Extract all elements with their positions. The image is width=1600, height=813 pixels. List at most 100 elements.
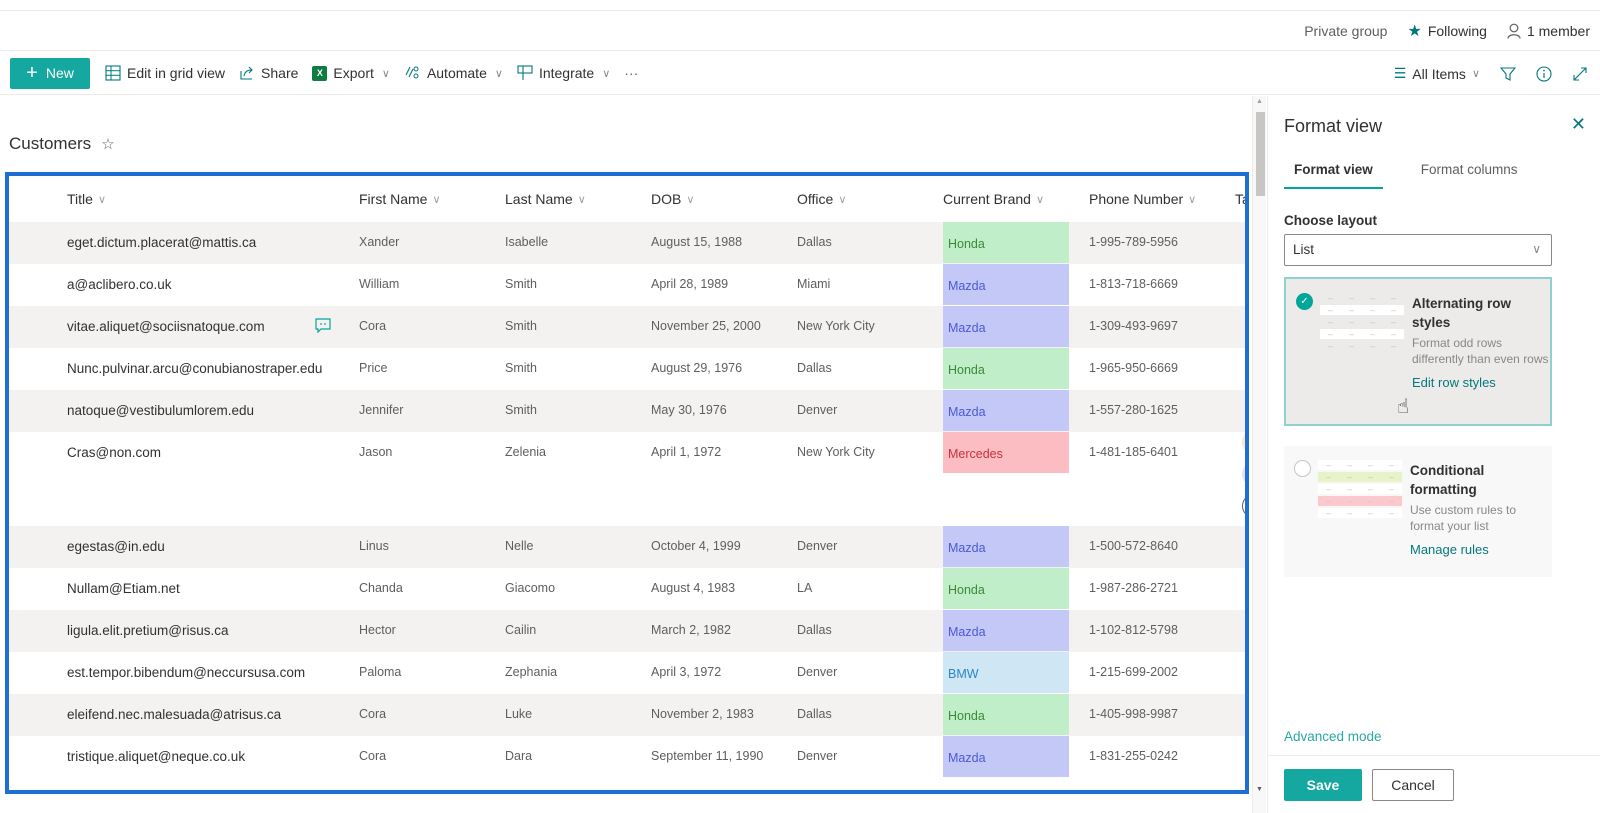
table-row[interactable]: eleifend.nec.malesuada@atrisus.ca Cora Luk… — [9, 694, 1245, 736]
scroll-down-icon[interactable]: ▼ — [1256, 786, 1263, 793]
conditional-formatting-preview: – – – – – – – – – – – – – – – – – – – – — [1318, 460, 1402, 520]
layout-dropdown[interactable]: List ∨ — [1284, 234, 1552, 266]
close-icon[interactable]: ✕ — [1571, 114, 1586, 135]
cell-title[interactable]: ligula.elit.pretium@risus.ca — [67, 623, 229, 638]
command-bar: + New Edit in grid view Share X Export ∨… — [0, 52, 1600, 95]
group-info-bar: Private group ★ Following 1 member — [0, 12, 1600, 51]
column-header[interactable]: Last Name ∨ — [505, 191, 586, 207]
column-header[interactable]: Ta — [1235, 191, 1249, 207]
share-label: Share — [261, 65, 299, 81]
cell-title[interactable]: Nunc.pulvinar.arcu@conubianostraper.edu — [67, 361, 322, 376]
column-header[interactable]: Office ∨ — [797, 191, 846, 207]
cell-title[interactable]: eleifend.nec.malesuada@atrisus.ca — [67, 707, 281, 722]
share-button[interactable]: Share — [239, 65, 298, 81]
table-row[interactable]: tristique.aliquet@neque.co.uk Cora Dara Sep… — [9, 736, 1245, 778]
column-header[interactable]: Current Brand ∨ — [943, 191, 1044, 207]
table-row[interactable]: eget.dictum.placerat@mattis.ca Xander Isab… — [9, 222, 1245, 264]
star-outline-icon[interactable]: ☆ — [101, 135, 114, 153]
table-row[interactable]: Nullam@Etiam.net Chanda Giacomo August 4, 1… — [9, 568, 1245, 610]
table-row[interactable]: a@aclibero.co.uk William Smith April 28, 19… — [9, 264, 1245, 306]
cell-phone: 1-500-572-8640 — [1089, 539, 1178, 553]
integrate-button[interactable]: Integrate ∨ — [517, 65, 610, 81]
cell-last: Cailin — [505, 623, 537, 637]
expand-icon[interactable] — [1572, 66, 1588, 82]
cell-first: Cora — [359, 749, 387, 763]
table-row[interactable]: vitae.aliquet@sociisnatoque.com Cora Smith… — [9, 306, 1245, 348]
cell-brand: Honda — [943, 222, 1069, 263]
column-header[interactable]: Title ∨ — [67, 191, 106, 207]
cell-last: Smith — [505, 403, 537, 417]
cell-title[interactable]: Cras@non.com — [67, 445, 161, 460]
advanced-mode-link[interactable]: Advanced mode — [1284, 729, 1382, 744]
edit-row-styles-link[interactable]: Edit row styles — [1412, 375, 1552, 390]
view-controls: ☰ All Items ∨ — [1394, 52, 1588, 95]
cell-dob: April 3, 1972 — [651, 665, 722, 679]
tab-format-view[interactable]: Format view — [1284, 162, 1383, 189]
hand-cursor-icon: ☝ — [1397, 396, 1410, 418]
cell-office: Miami — [797, 277, 831, 291]
table-row[interactable]: Nunc.pulvinar.arcu@conubianostraper.edu P… — [9, 348, 1245, 390]
column-header-label: Current Brand — [943, 191, 1031, 207]
cell-office: Dallas — [797, 235, 832, 249]
edit-grid-view-button[interactable]: Edit in grid view — [105, 65, 225, 81]
cell-dob: August 4, 1983 — [651, 581, 736, 595]
option-alternating-rows[interactable]: ✓ – – – – – – – – – – – – – – – – – – – – Alternating r… — [1284, 277, 1552, 426]
cell-last: Smith — [505, 361, 537, 375]
column-header[interactable]: DOB ∨ — [651, 191, 694, 207]
automate-button[interactable]: Automate ∨ — [404, 65, 503, 81]
cell-title[interactable]: egestas@in.edu — [67, 539, 165, 554]
option-heading: Conditional formatting — [1410, 463, 1485, 497]
view-selector[interactable]: ☰ All Items ∨ — [1394, 65, 1480, 82]
table-row[interactable]: Cras@non.com Jason Zelenia April 1, 1972 New… — [9, 432, 1245, 526]
cell-last: Luke — [505, 707, 533, 721]
table-row[interactable]: est.tempor.bibendum@neccursusa.com Paloma… — [9, 652, 1245, 694]
cell-first: Cora — [359, 319, 387, 333]
save-button[interactable]: Save — [1284, 769, 1362, 801]
cell-title[interactable]: tristique.aliquet@neque.co.uk — [67, 749, 245, 764]
cancel-button[interactable]: Cancel — [1372, 769, 1454, 801]
excel-icon: X — [312, 65, 328, 81]
export-button[interactable]: X Export ∨ — [312, 65, 390, 81]
more-actions-button[interactable]: ··· — [624, 65, 638, 81]
column-header[interactable]: Phone Number ∨ — [1089, 191, 1196, 207]
cell-title[interactable]: natoque@vestibulumlorem.edu — [67, 403, 254, 418]
chevron-down-icon: ∨ — [432, 193, 441, 206]
cell-office: Denver — [797, 749, 838, 763]
tab-format-columns[interactable]: Format columns — [1411, 162, 1528, 189]
scroll-up-icon[interactable]: ▲ — [1256, 98, 1263, 105]
new-button[interactable]: + New — [10, 57, 90, 89]
chevron-down-icon: ∨ — [602, 67, 611, 80]
integrate-label: Integrate — [538, 65, 595, 81]
cell-first: Linus — [359, 539, 389, 553]
radio-unchecked-icon[interactable] — [1294, 460, 1311, 477]
cell-dob: October 4, 1999 — [651, 539, 741, 553]
cell-title[interactable]: a@aclibero.co.uk — [67, 277, 172, 292]
cell-title[interactable]: Nullam@Etiam.net — [67, 581, 180, 596]
person-icon — [1507, 23, 1521, 39]
cell-title[interactable]: est.tempor.bibendum@neccursusa.com — [67, 665, 305, 680]
info-icon[interactable] — [1536, 65, 1552, 82]
cell-office: Dallas — [797, 361, 832, 375]
star-filled-icon: ★ — [1407, 23, 1422, 40]
table-row[interactable]: egestas@in.edu Linus Nelle October 4, 1999 D… — [9, 526, 1245, 568]
members-button[interactable]: 1 member — [1507, 23, 1590, 39]
radio-checked-icon[interactable]: ✓ — [1296, 293, 1313, 310]
following-button[interactable]: ★ Following — [1407, 21, 1486, 41]
table-row[interactable]: natoque@vestibulumlorem.edu Jennifer Smith… — [9, 390, 1245, 432]
option-conditional-formatting[interactable]: – – – – – – – – – – – – – – – – – – – – Conditional for… — [1284, 446, 1552, 577]
vertical-scrollbar[interactable]: ▲ ▼ — [1252, 96, 1266, 813]
column-header-label: Ta — [1235, 191, 1249, 207]
cell-title[interactable]: eget.dictum.placerat@mattis.ca — [67, 235, 256, 250]
manage-rules-link[interactable]: Manage rules — [1410, 542, 1550, 557]
comment-icon[interactable] — [315, 318, 331, 336]
column-header[interactable]: First Name ∨ — [359, 191, 441, 207]
cell-phone: 1-215-699-2002 — [1089, 665, 1178, 679]
table-row[interactable]: ligula.elit.pretium@risus.ca Hector Cailin… — [9, 610, 1245, 652]
scrollbar-thumb[interactable] — [1256, 112, 1265, 196]
cell-title[interactable]: vitae.aliquet@sociisnatoque.com — [67, 319, 265, 334]
filter-icon[interactable] — [1500, 66, 1516, 82]
column-header-label: First Name — [359, 191, 428, 207]
cell-phone: 1-813-718-6669 — [1089, 277, 1178, 291]
chevron-down-icon: ∨ — [1035, 193, 1044, 206]
column-header-label: Office — [797, 191, 834, 207]
